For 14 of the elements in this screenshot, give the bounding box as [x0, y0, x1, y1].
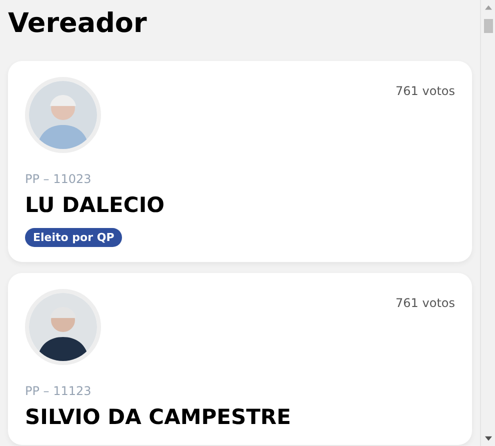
- elected-tag: Eleito por QP: [25, 228, 122, 247]
- scroll-up-icon[interactable]: [484, 5, 492, 10]
- avatar-silhouette: [29, 81, 97, 149]
- scrollbar-thumb[interactable]: [484, 19, 492, 33]
- party-number: PP – 11023: [25, 172, 92, 186]
- party-number: PP – 11123: [25, 384, 92, 398]
- scroll-down-icon[interactable]: [484, 436, 492, 441]
- candidate-name: SILVIO DA CAMPESTRE: [25, 404, 291, 430]
- avatar-silhouette: [29, 293, 97, 361]
- vote-count: 761 votos: [396, 83, 455, 100]
- vote-count: 761 votos: [396, 295, 455, 312]
- page-title: Vereador: [8, 7, 147, 41]
- candidate-name: LU DALECIO: [25, 192, 164, 218]
- scrollbar[interactable]: [480, 0, 495, 446]
